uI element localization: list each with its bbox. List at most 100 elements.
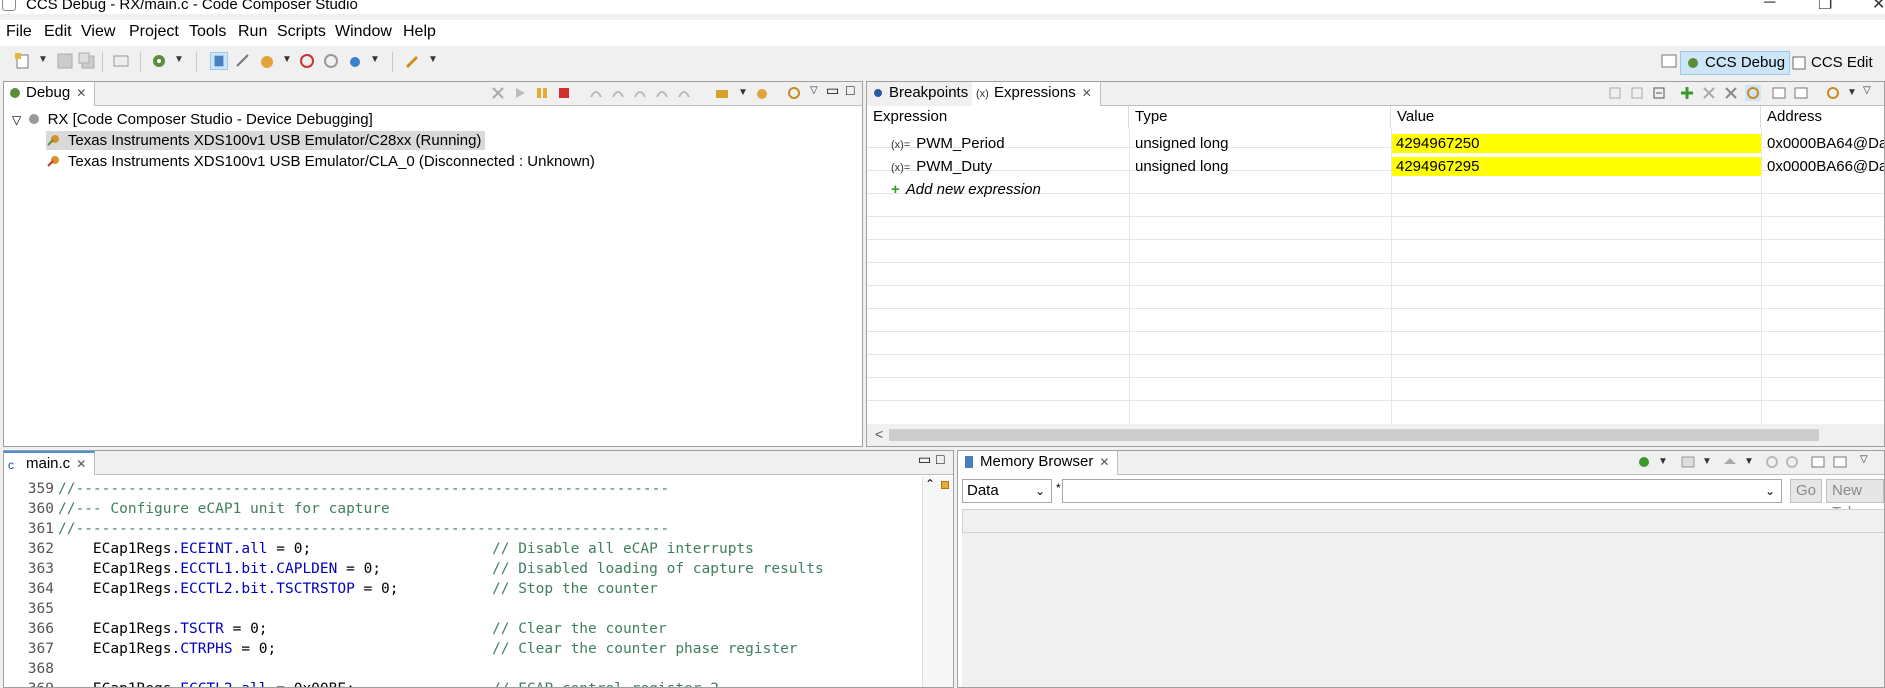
code-line[interactable]: 366 ECap1Regs.TSCTR = 0; // Clear the cou… [10, 619, 920, 639]
tab-main-c[interactable]: c main.c ✕ [4, 451, 96, 475]
view-menu-icon[interactable]: ▽ [810, 85, 818, 96]
memory-page-select[interactable]: Data ⌄ [962, 479, 1052, 503]
tab-memory-browser[interactable]: Memory Browser ✕ [958, 451, 1119, 475]
maximize-view-icon[interactable]: □ [936, 451, 944, 467]
close-icon[interactable]: ✕ [76, 457, 86, 471]
overview-ruler[interactable]: ⌃ [922, 477, 953, 687]
suspend-icon[interactable] [534, 85, 550, 101]
cpu-reset-icon[interactable] [714, 85, 730, 101]
chevron-down-icon[interactable]: ▼ [38, 54, 48, 65]
chevron-down-icon[interactable]: ▼ [1658, 456, 1668, 467]
code-line[interactable]: 363 ECap1Regs.ECCTL1.bit.CAPLDEN = 0; // … [10, 559, 920, 579]
reset-icon[interactable] [676, 85, 692, 101]
collapse-icon[interactable] [1651, 85, 1667, 101]
debug-icon[interactable] [150, 52, 168, 70]
code-line[interactable]: 362 ECap1Regs.ECEINT.all = 0; // Disable … [10, 539, 920, 559]
open-console-icon[interactable] [112, 52, 130, 70]
refresh-icon[interactable] [786, 85, 802, 101]
scrollbar-thumb[interactable] [889, 429, 1819, 441]
menu-run[interactable]: Run [238, 23, 267, 41]
view-menu-icon[interactable]: ▽ [1863, 85, 1871, 96]
remove-icon[interactable] [1701, 85, 1717, 101]
refresh-icon[interactable] [1636, 454, 1652, 470]
load-program-icon[interactable] [258, 52, 276, 70]
tree-item-session[interactable]: ▽ RX [Code Composer Studio - Device Debu… [12, 110, 373, 129]
minimize-icon[interactable]: ─ [1764, 0, 1775, 12]
add-new-expression[interactable]: + Add new expression [887, 180, 1127, 199]
scroll-up-icon[interactable]: ⌃ [925, 477, 935, 491]
connect-icon[interactable] [234, 52, 252, 70]
step-over-icon[interactable] [610, 85, 626, 101]
close-icon[interactable]: ✕ [1082, 86, 1092, 100]
code-line[interactable]: 369 ECap1Regs.ECCTL2.all = 0x00BE; // ECA… [10, 679, 920, 687]
new-window-icon[interactable] [1810, 454, 1826, 470]
fill-memory-icon[interactable] [1722, 454, 1738, 470]
code-line[interactable]: 361//-----------------------------------… [10, 519, 920, 539]
new-window-icon[interactable] [1771, 85, 1787, 101]
export-icon[interactable] [1832, 454, 1848, 470]
expand-all-icon[interactable] [1629, 85, 1645, 101]
step-return-icon[interactable] [632, 85, 648, 101]
new-icon[interactable] [14, 52, 32, 70]
chevron-down-icon[interactable]: ▼ [282, 54, 292, 65]
tree-item-cla0[interactable]: Texas Instruments XDS100v1 USB Emulator/… [46, 152, 595, 171]
chevron-down-icon[interactable]: ▼ [1744, 456, 1754, 467]
column-header-expression[interactable]: Expression [867, 106, 1129, 128]
tab-expressions[interactable]: (x) Expressions ✕ [972, 82, 1101, 106]
menu-tools[interactable]: Tools [189, 23, 226, 41]
column-header-address[interactable]: Address [1761, 106, 1884, 128]
menu-help[interactable]: Help [403, 23, 436, 41]
perspective-ccs-edit[interactable]: CCS Edit [1786, 51, 1878, 75]
step-into-icon[interactable] [588, 85, 604, 101]
memory-address-input[interactable]: ⌄ [1062, 479, 1782, 503]
expression-value[interactable]: 4294967250 [1392, 134, 1761, 153]
code-line[interactable]: 368 [10, 659, 920, 679]
new-tab-button[interactable]: New Tab [1826, 479, 1884, 521]
target-icon[interactable] [210, 52, 228, 70]
breakpoint-icon[interactable] [298, 52, 316, 70]
column-header-value[interactable]: Value [1391, 106, 1761, 128]
close-icon[interactable]: ✕ [1099, 455, 1109, 469]
code-editor[interactable]: 359//-----------------------------------… [10, 479, 920, 687]
column-header-type[interactable]: Type [1129, 106, 1391, 128]
code-line[interactable]: 359//-----------------------------------… [10, 479, 920, 499]
menu-window[interactable]: Window [335, 23, 392, 41]
perspective-ccs-debug[interactable]: CCS Debug [1680, 51, 1791, 75]
menu-edit[interactable]: Edit [44, 23, 72, 41]
code-line[interactable]: 360//--- Configure eCAP1 unit for captur… [10, 499, 920, 519]
remove-all-icon[interactable] [1723, 85, 1739, 101]
code-line[interactable]: 364 ECap1Regs.ECCTL2.bit.TSCTRSTOP = 0; /… [10, 579, 920, 599]
warning-marker-icon[interactable] [941, 481, 949, 489]
close-icon[interactable]: ✕ [76, 86, 86, 100]
collapse-all-icon[interactable] [1607, 85, 1623, 101]
view-menu-icon[interactable]: ▽ [1860, 454, 1868, 465]
resume-icon[interactable] [512, 85, 528, 101]
menu-file[interactable]: File [6, 23, 32, 41]
chevron-down-icon[interactable]: ▼ [370, 54, 380, 65]
tab-breakpoints[interactable]: Breakpoints [867, 82, 978, 106]
remove-terminated-icon[interactable] [490, 85, 506, 101]
chevron-down-icon[interactable]: ▼ [428, 54, 438, 65]
code-line[interactable]: 365 [10, 599, 920, 619]
profile-icon[interactable] [346, 52, 364, 70]
menu-scripts[interactable]: Scripts [277, 23, 326, 41]
save-all-icon[interactable] [78, 52, 96, 70]
collapse-icon[interactable]: ▽ [12, 113, 21, 127]
restart-icon[interactable] [754, 85, 770, 101]
close-icon[interactable]: ✕ [1872, 0, 1885, 14]
save-icon[interactable] [56, 52, 74, 70]
chevron-down-icon[interactable]: ▼ [174, 54, 184, 65]
open-perspective-icon[interactable] [1660, 52, 1678, 70]
chevron-down-icon[interactable]: ▼ [1847, 87, 1857, 98]
tab-debug[interactable]: Debug ✕ [4, 82, 96, 106]
menu-project[interactable]: Project [129, 23, 179, 41]
clock-icon[interactable] [322, 52, 340, 70]
wand-icon[interactable] [404, 52, 422, 70]
go-button[interactable]: Go [1790, 479, 1823, 503]
expression-value[interactable]: 4294967295 [1392, 157, 1761, 176]
terminate-icon[interactable] [556, 85, 572, 101]
export-icon[interactable] [1793, 85, 1809, 101]
tree-item-c28xx[interactable]: Texas Instruments XDS100v1 USB Emulator/… [46, 131, 486, 150]
save-memory-icon[interactable] [1680, 454, 1696, 470]
maximize-icon[interactable]: ❐ [1818, 0, 1832, 14]
